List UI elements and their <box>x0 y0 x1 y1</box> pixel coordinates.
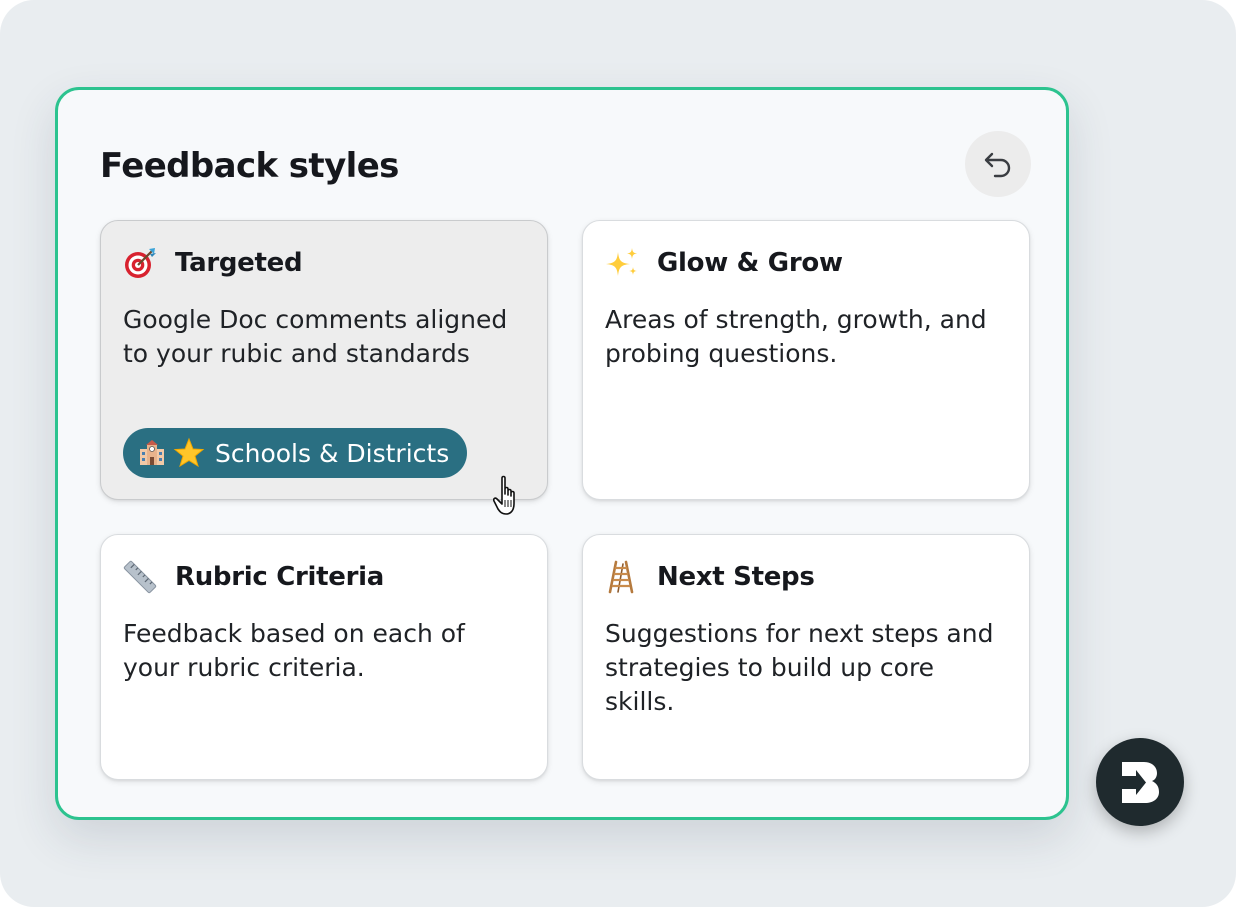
card-title: Glow & Grow <box>657 248 843 278</box>
schools-districts-badge[interactable]: Schools & Districts <box>123 428 468 478</box>
feedback-style-card-rubric-criteria[interactable]: Rubric Criteria Feedback based on each o… <box>100 534 548 780</box>
card-title: Rubric Criteria <box>175 562 384 592</box>
badge-label: Schools & Districts <box>215 438 450 468</box>
brand-logo-icon <box>1122 762 1159 803</box>
card-header: Next Steps <box>605 559 815 595</box>
feedback-style-card-targeted[interactable]: Targeted Google Doc comments aligned to … <box>100 220 548 500</box>
target-icon <box>123 246 157 280</box>
brand-logo-button[interactable] <box>1096 738 1184 826</box>
card-header: Rubric Criteria <box>123 559 384 595</box>
card-title: Next Steps <box>657 562 815 592</box>
ruler-icon <box>123 560 157 594</box>
card-description: Feedback based on each of your rubric cr… <box>123 619 465 682</box>
card-description: Suggestions for next steps and strategie… <box>605 619 994 716</box>
card-title: Targeted <box>175 248 303 278</box>
feedback-style-card-next-steps[interactable]: Next Steps Suggestions for next steps an… <box>582 534 1030 780</box>
undo-button[interactable] <box>965 131 1031 197</box>
hand-pointer-icon <box>493 475 515 515</box>
card-header: Glow & Grow <box>605 245 843 281</box>
card-description: Google Doc comments aligned to your rubi… <box>123 305 508 368</box>
undo-icon <box>984 152 1011 178</box>
card-header: Targeted <box>123 245 303 281</box>
feedback-styles-panel: Feedback styles Targeted Google Doc comm… <box>55 87 1069 820</box>
card-description: Areas of strength, growth, and probing q… <box>605 305 987 368</box>
feedback-style-card-glow-grow[interactable]: Glow & Grow Areas of strength, growth, a… <box>582 220 1030 500</box>
ladder-icon <box>605 560 639 594</box>
star-icon <box>173 437 205 468</box>
school-icon <box>140 440 164 465</box>
panel-title: Feedback styles <box>100 146 399 186</box>
sparkles-icon <box>605 246 639 280</box>
